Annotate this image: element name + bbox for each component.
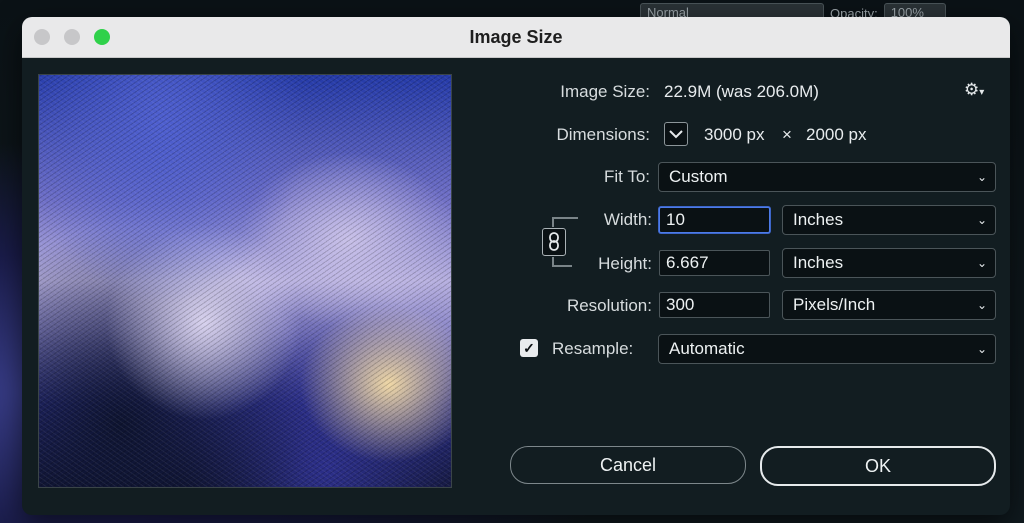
fit-to-label: Fit To:: [604, 167, 650, 186]
image-size-dialog: Image Size Image Size: 22.9M (was 206.0M…: [22, 17, 1010, 515]
width-unit-value: Inches: [793, 210, 844, 229]
height-unit-value: Inches: [793, 253, 844, 272]
chevron-down-icon: ⌄: [976, 298, 987, 312]
dimensions-label: Dimensions:: [556, 125, 650, 144]
gear-icon[interactable]: ⚙▾: [964, 80, 984, 100]
link-chain-icon: [549, 232, 559, 251]
height-label: Height:: [598, 254, 652, 273]
width-label: Width:: [603, 210, 652, 229]
image-size-value: 22.9M (was 206.0M): [664, 82, 819, 101]
dimensions-height: 2000 px: [806, 125, 867, 144]
height-unit-select[interactable]: Inches ⌄: [782, 248, 996, 278]
resolution-label: Resolution:: [566, 296, 652, 315]
constrain-proportions-link-icon[interactable]: [542, 228, 566, 256]
fit-to-select[interactable]: Custom ⌄: [658, 162, 996, 192]
dimensions-times: ×: [782, 125, 792, 144]
resample-method-select[interactable]: Automatic ⌄: [658, 334, 996, 364]
chevron-down-icon: [669, 130, 683, 139]
resample-method-value: Automatic: [669, 339, 745, 358]
ok-button[interactable]: OK: [760, 446, 996, 486]
resolution-unit-select[interactable]: Pixels/Inch ⌄: [782, 290, 996, 320]
chevron-down-icon: ⌄: [976, 342, 987, 356]
resolution-input[interactable]: 300: [659, 292, 770, 318]
resample-checkbox[interactable]: ✓: [520, 339, 538, 357]
cancel-button[interactable]: Cancel: [510, 446, 746, 484]
image-preview[interactable]: [38, 74, 452, 488]
dimensions-width: 3000 px: [704, 125, 765, 144]
dimensions-dropdown-toggle[interactable]: [664, 122, 688, 146]
dialog-title: Image Size: [469, 27, 563, 47]
height-input[interactable]: 6.667: [659, 250, 770, 276]
width-input[interactable]: 10: [659, 207, 770, 233]
chevron-down-icon: ⌄: [976, 170, 987, 184]
resolution-unit-value: Pixels/Inch: [793, 295, 876, 314]
title-bar: Image Size: [22, 17, 1010, 58]
image-size-label: Image Size:: [560, 82, 650, 101]
chevron-down-icon: ⌄: [976, 256, 987, 270]
fit-to-selected-value: Custom: [669, 167, 728, 186]
resample-label: Resample:: [552, 339, 634, 358]
chevron-down-icon: ⌄: [976, 213, 987, 227]
width-unit-select[interactable]: Inches ⌄: [782, 205, 996, 235]
